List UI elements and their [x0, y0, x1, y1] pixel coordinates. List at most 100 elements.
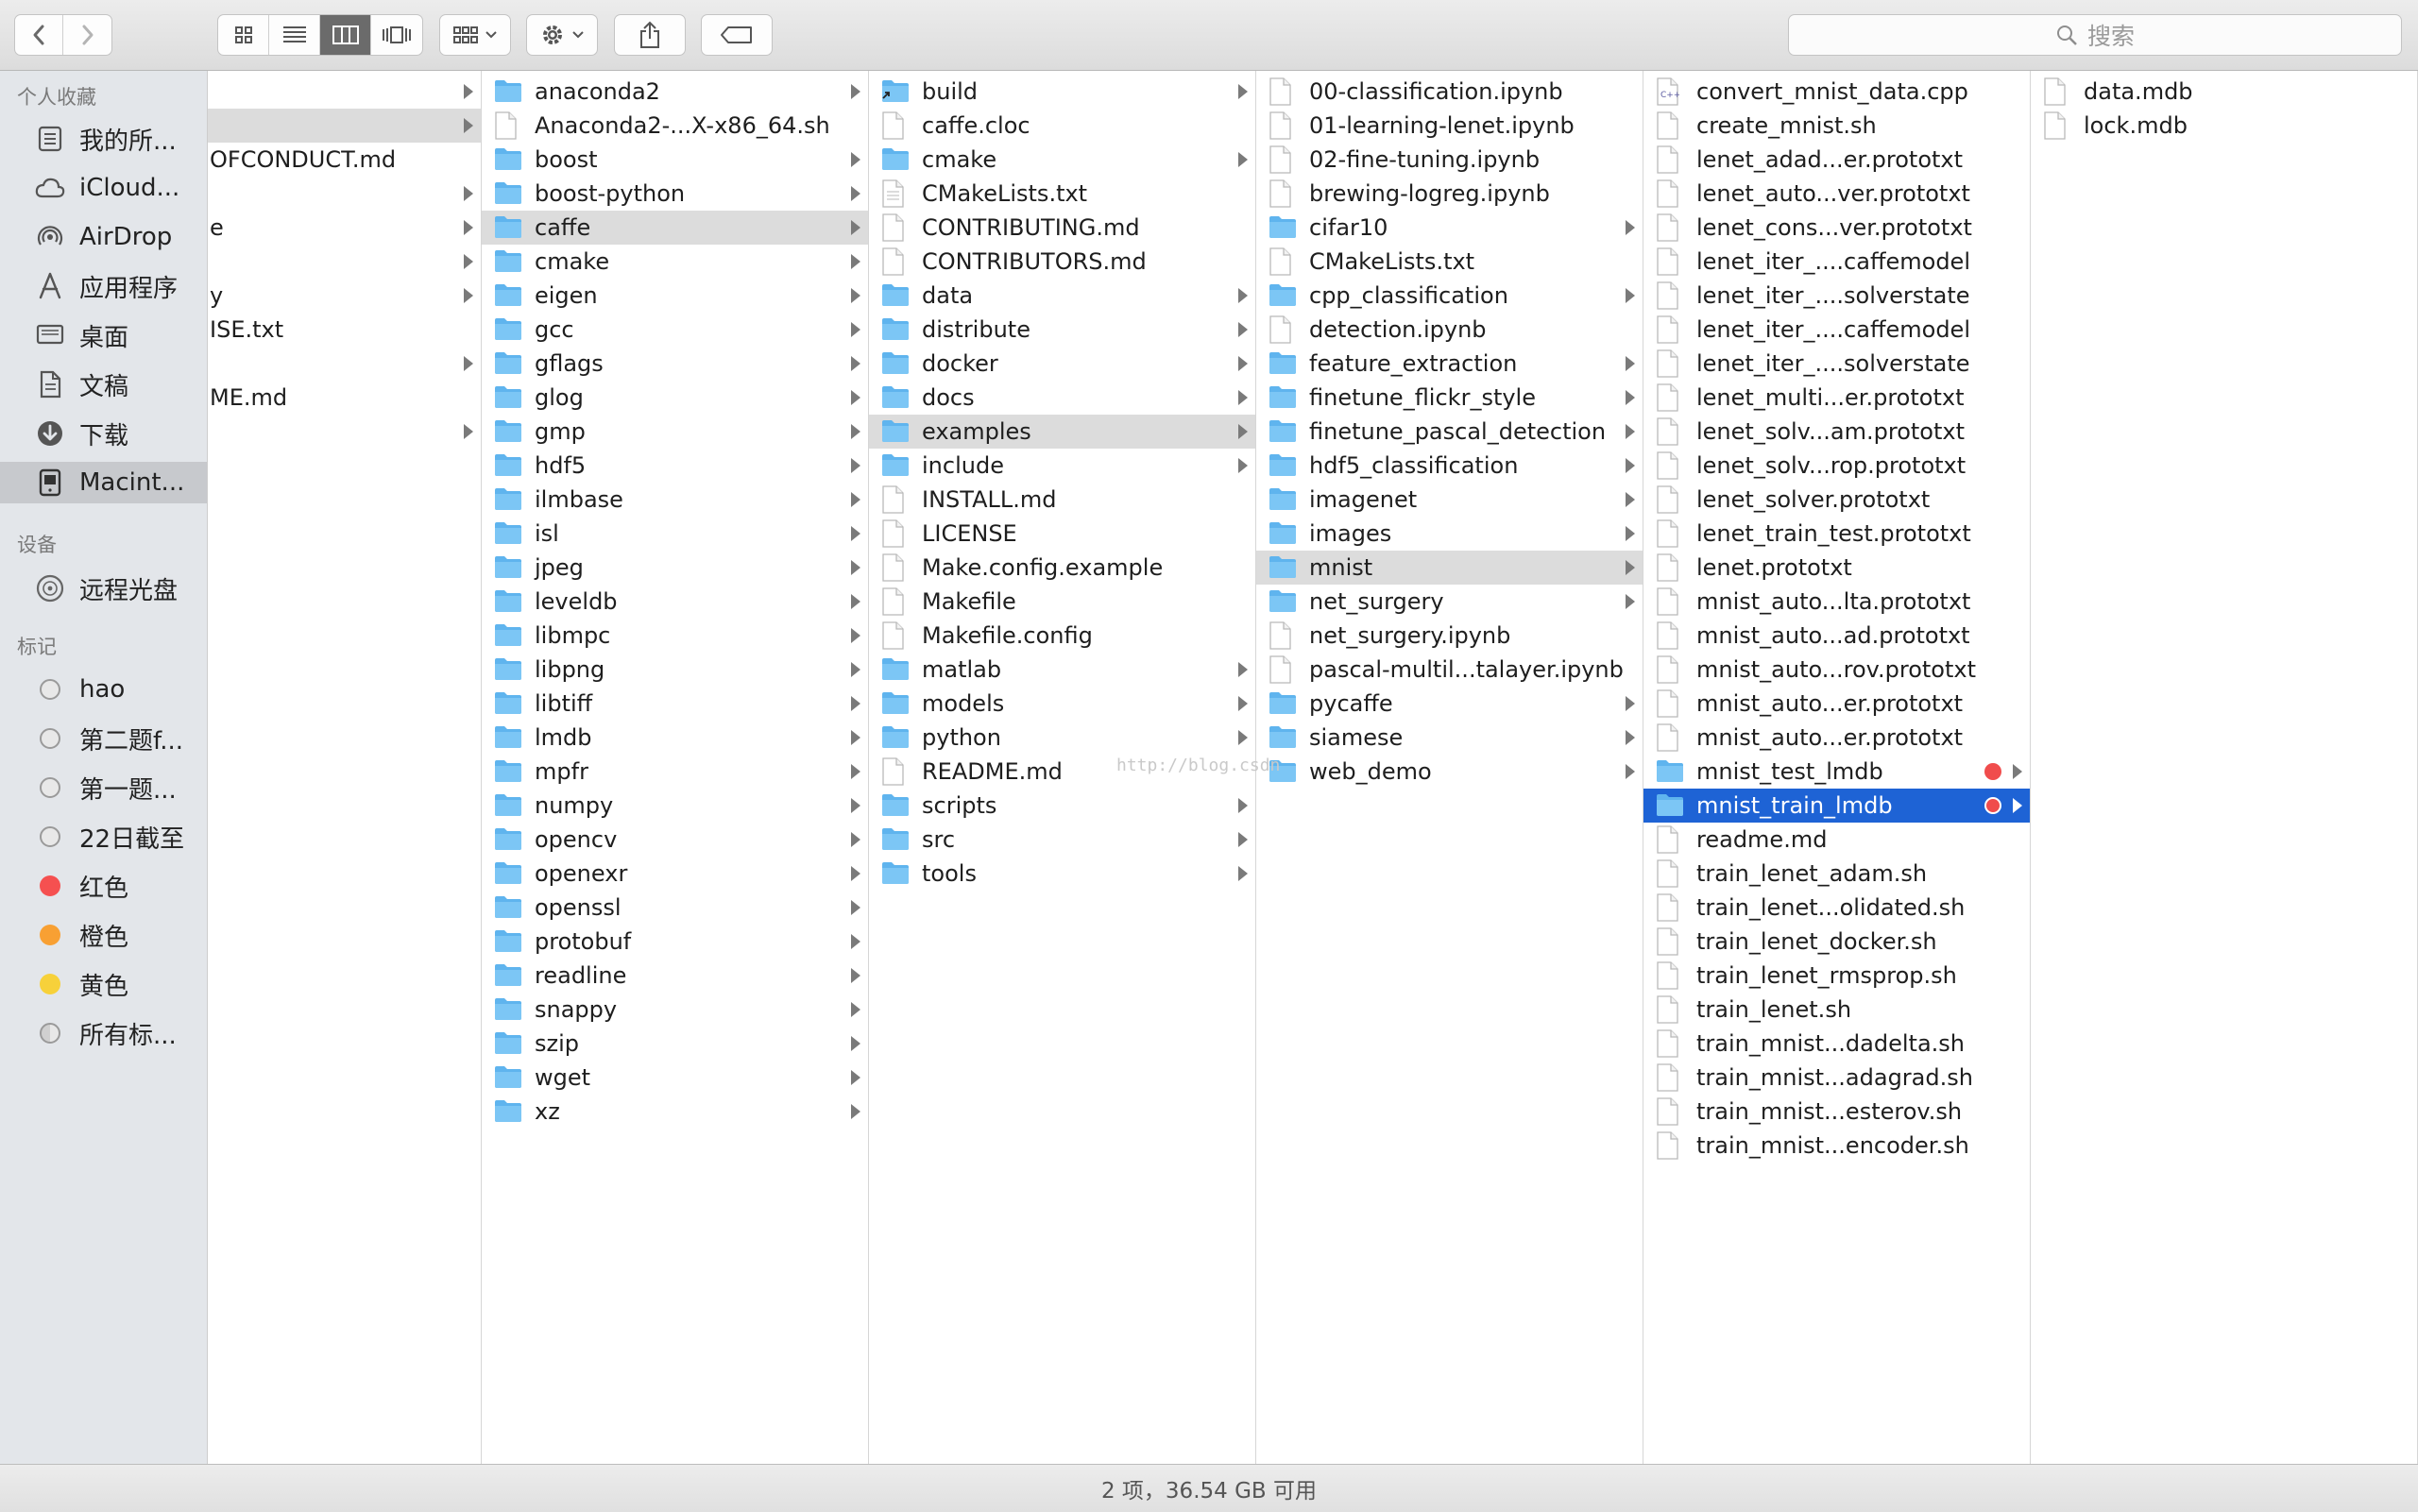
file-row[interactable]: pascal-multil...talayer.ipynb [1256, 653, 1643, 687]
file-row[interactable]: lenet_iter_....solverstate [1643, 347, 2030, 381]
folder-row[interactable]: mpfr [482, 755, 868, 789]
folder-row[interactable]: python [869, 721, 1255, 755]
file-row[interactable]: lenet_iter_....caffemodel [1643, 313, 2030, 347]
file-row[interactable]: brewing-logreg.ipynb [1256, 177, 1643, 211]
folder-row[interactable]: wget [482, 1061, 868, 1095]
file-row[interactable]: net_surgery.ipynb [1256, 619, 1643, 653]
folder-row[interactable]: cpp_classification [1256, 279, 1643, 313]
folder-row[interactable]: hdf5_classification [1256, 449, 1643, 483]
folder-row[interactable]: scripts [869, 789, 1255, 823]
folder-row[interactable]: siamese [1256, 721, 1643, 755]
file-row[interactable]: Makefile.config [869, 619, 1255, 653]
icon-view-button[interactable] [218, 15, 269, 55]
folder-row[interactable]: src [869, 823, 1255, 857]
sidebar-item[interactable]: iCloud... [0, 167, 207, 209]
file-row[interactable]: train_mnist...adagrad.sh [1643, 1061, 2030, 1095]
file-row[interactable]: lenet_adad...er.prototxt [1643, 143, 2030, 177]
file-row[interactable]: train_mnist...encoder.sh [1643, 1129, 2030, 1163]
file-row[interactable]: caffe.cloc [869, 109, 1255, 143]
file-row[interactable]: train_lenet...olidated.sh [1643, 891, 2030, 925]
folder-row[interactable]: caffe [482, 211, 868, 245]
folder-row[interactable]: web_demo [1256, 755, 1643, 789]
folder-row[interactable]: docker [869, 347, 1255, 381]
folder-row[interactable]: leveldb [482, 585, 868, 619]
file-row[interactable]: lenet_cons...ver.prototxt [1643, 211, 2030, 245]
folder-row[interactable]: szip [482, 1027, 868, 1061]
folder-row[interactable] [208, 415, 481, 449]
folder-row[interactable]: feature_extraction [1256, 347, 1643, 381]
folder-row[interactable]: numpy [482, 789, 868, 823]
file-row[interactable]: Make.config.example [869, 551, 1255, 585]
folder-row[interactable]: opencv [482, 823, 868, 857]
back-button[interactable] [15, 15, 64, 55]
file-row[interactable]: CONTRIBUTORS.md [869, 245, 1255, 279]
file-row[interactable]: create_mnist.sh [1643, 109, 2030, 143]
file-row[interactable]: INSTALL.md [869, 483, 1255, 517]
file-row[interactable]: mnist_auto...ad.prototxt [1643, 619, 2030, 653]
file-row[interactable]: lenet_auto...ver.prototxt [1643, 177, 2030, 211]
file-row[interactable]: CONTRIBUTING.md [869, 211, 1255, 245]
folder-row[interactable]: glog [482, 381, 868, 415]
folder-row[interactable]: finetune_flickr_style [1256, 381, 1643, 415]
browser-column-6[interactable]: data.mdb lock.mdb [2031, 71, 2418, 1464]
file-row[interactable]: 00-classification.ipynb [1256, 75, 1643, 109]
search-field[interactable]: 搜索 [1788, 14, 2402, 56]
file-row[interactable]: train_mnist...esterov.sh [1643, 1095, 2030, 1129]
browser-column-1[interactable]: OFCONDUCT.md e y ISE.txt ME.md [208, 71, 482, 1464]
file-row[interactable]: mnist_auto...rov.prototxt [1643, 653, 2030, 687]
folder-row[interactable]: mnist [1256, 551, 1643, 585]
file-row[interactable]: detection.ipynb [1256, 313, 1643, 347]
folder-row[interactable]: snappy [482, 993, 868, 1027]
folder-row[interactable]: examples [869, 415, 1255, 449]
file-row[interactable]: data.mdb [2031, 75, 2417, 109]
file-row[interactable]: lenet_iter_....caffemodel [1643, 245, 2030, 279]
sidebar-item[interactable]: AirDrop [0, 216, 207, 258]
sidebar-tag-item[interactable]: 第二题f... [0, 718, 207, 759]
browser-column-4[interactable]: 00-classification.ipynb 01-learning-lenet… [1256, 71, 1643, 1464]
folder-row[interactable]: readline [482, 959, 868, 993]
folder-row[interactable]: include [869, 449, 1255, 483]
file-row[interactable]: lenet_train_test.prototxt [1643, 517, 2030, 551]
file-row[interactable]: C++ convert_mnist_data.cpp [1643, 75, 2030, 109]
file-row[interactable]: lenet_solver.prototxt [1643, 483, 2030, 517]
folder-row[interactable]: libtiff [482, 687, 868, 721]
folder-row[interactable]: cmake [482, 245, 868, 279]
folder-row[interactable]: cifar10 [1256, 211, 1643, 245]
forward-button[interactable] [63, 15, 111, 55]
folder-row[interactable] [208, 75, 481, 109]
folder-row[interactable]: isl [482, 517, 868, 551]
folder-row[interactable] [208, 109, 481, 143]
folder-row[interactable]: build [869, 75, 1255, 109]
folder-row[interactable]: openssl [482, 891, 868, 925]
file-row[interactable]: train_lenet_rmsprop.sh [1643, 959, 2030, 993]
folder-row[interactable]: net_surgery [1256, 585, 1643, 619]
sidebar-tag-item[interactable]: 所有标... [0, 1012, 207, 1054]
cover-flow-view-button[interactable] [371, 15, 422, 55]
folder-row[interactable]: tools [869, 857, 1255, 891]
file-row[interactable]: ME.md [208, 381, 481, 415]
folder-row[interactable]: gcc [482, 313, 868, 347]
column-view-button[interactable] [320, 15, 371, 55]
folder-row[interactable]: cmake [869, 143, 1255, 177]
sidebar-item[interactable]: 我的所... [0, 118, 207, 160]
file-row[interactable]: mnist_auto...er.prototxt [1643, 687, 2030, 721]
folder-row[interactable]: eigen [482, 279, 868, 313]
folder-row[interactable]: libmpc [482, 619, 868, 653]
folder-row[interactable]: anaconda2 [482, 75, 868, 109]
file-row[interactable]: ISE.txt [208, 313, 481, 347]
action-button[interactable] [526, 14, 598, 56]
list-view-button[interactable] [269, 15, 320, 55]
file-row[interactable]: LICENSE [869, 517, 1255, 551]
folder-row[interactable]: e [208, 211, 481, 245]
file-row[interactable]: readme.md [1643, 823, 2030, 857]
folder-row[interactable]: libpng [482, 653, 868, 687]
sidebar-tag-item[interactable]: hao [0, 669, 207, 710]
file-row[interactable]: OFCONDUCT.md [208, 143, 481, 177]
sidebar-item[interactable]: 文稿 [0, 364, 207, 405]
folder-row[interactable]: finetune_pascal_detection [1256, 415, 1643, 449]
sidebar-tag-item[interactable]: 橙色 [0, 914, 207, 956]
folder-row[interactable] [208, 245, 481, 279]
file-row[interactable]: mnist_auto...er.prototxt [1643, 721, 2030, 755]
arrange-button[interactable] [439, 14, 511, 56]
file-row[interactable]: lenet_solv...rop.prototxt [1643, 449, 2030, 483]
